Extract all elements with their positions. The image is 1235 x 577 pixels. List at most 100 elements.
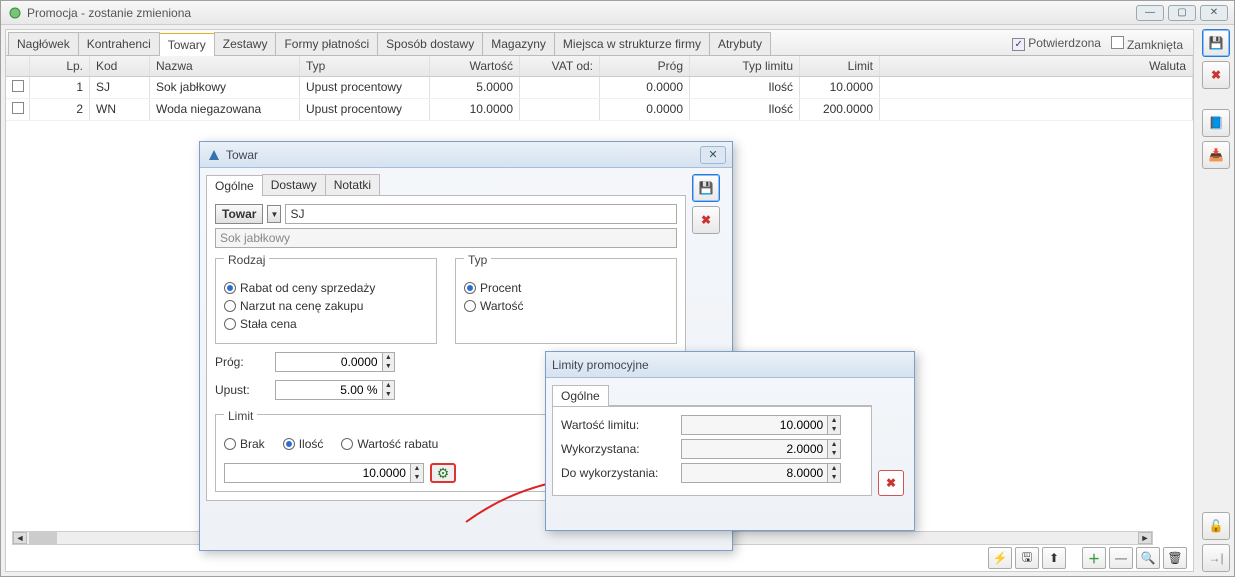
towar-code-input[interactable]: SJ bbox=[285, 204, 677, 224]
col-lp[interactable]: Lp. bbox=[30, 56, 90, 76]
col-prog[interactable]: Próg bbox=[600, 56, 690, 76]
row-check[interactable] bbox=[12, 102, 24, 114]
rodzaj-opt-rabat[interactable]: Rabat od ceny sprzedaży bbox=[224, 281, 428, 295]
col-kod[interactable]: Kod bbox=[90, 56, 150, 76]
tab-magazyny[interactable]: Magazyny bbox=[482, 32, 555, 55]
rodzaj-opt-stala[interactable]: Stała cena bbox=[224, 317, 428, 331]
prog-label: Próg: bbox=[215, 355, 275, 369]
main-window: Promocja - zostanie zmieniona — ▢ ✕ Nagł… bbox=[0, 0, 1235, 577]
tab-atrybuty[interactable]: Atrybuty bbox=[709, 32, 771, 55]
rodzaj-opt-narzut[interactable]: Narzut na cenę zakupu bbox=[224, 299, 428, 313]
detach-button[interactable]: →| bbox=[1202, 544, 1230, 572]
limit-settings-button[interactable]: ⚙ bbox=[430, 463, 456, 483]
confirmed-check[interactable]: ✓Potwierdzona bbox=[1012, 36, 1101, 51]
radio-icon bbox=[464, 300, 476, 312]
lightning-icon: ⚡ bbox=[993, 551, 1008, 565]
col-limit[interactable]: Limit bbox=[800, 56, 880, 76]
radio-icon bbox=[224, 300, 236, 312]
status-checks: ✓Potwierdzona Zamknięta bbox=[1012, 36, 1191, 52]
gear-icon: ⚙ bbox=[437, 465, 450, 482]
limit-opt-brak[interactable]: Brak bbox=[224, 437, 265, 451]
towar-lookup-dropdown[interactable]: ▼ bbox=[267, 205, 281, 223]
delete-icon: ✖ bbox=[1211, 68, 1221, 82]
plus-icon: ＋ bbox=[1088, 550, 1100, 567]
bottom-toolbar: ⚡ 🖫 ⬆ ＋ — 🔍 🗑 bbox=[986, 545, 1189, 571]
lightning-button[interactable]: ⚡ bbox=[988, 547, 1012, 569]
side-panel: 💾 ✖ 📘 📥 🔓 →| bbox=[1198, 25, 1234, 576]
prog-input[interactable]: ▲▼ bbox=[275, 352, 395, 372]
towar-dialog-close[interactable]: ✕ bbox=[700, 146, 726, 164]
table-row[interactable]: 2 WN Woda niegazowana Upust procentowy 1… bbox=[6, 99, 1193, 121]
wartosc-limitu-label: Wartość limitu: bbox=[561, 418, 681, 432]
upload-icon: ⬆ bbox=[1049, 551, 1059, 565]
wartosc-limitu-input[interactable]: ▲▼ bbox=[681, 415, 841, 435]
minus-icon: — bbox=[1115, 551, 1127, 565]
limity-tab-ogolne[interactable]: Ogólne bbox=[552, 385, 609, 406]
export-button[interactable]: 🖫 bbox=[1015, 547, 1039, 569]
limity-fields: Wartość limitu: ▲▼ Wykorzystana: ▲▼ bbox=[552, 406, 872, 496]
lock-button[interactable]: 🔓 bbox=[1202, 512, 1230, 540]
towar-tab-ogolne[interactable]: Ogólne bbox=[206, 175, 263, 196]
col-typ[interactable]: Typ bbox=[300, 56, 430, 76]
scroll-thumb[interactable] bbox=[29, 532, 57, 544]
tab-sposob[interactable]: Sposób dostawy bbox=[377, 32, 483, 55]
col-nazwa[interactable]: Nazwa bbox=[150, 56, 300, 76]
towar-dialog-title-bar: Towar ✕ bbox=[200, 142, 732, 168]
upload-button[interactable]: ⬆ bbox=[1042, 547, 1066, 569]
towar-cancel-button[interactable]: ✖ bbox=[692, 206, 720, 234]
trash-button[interactable]: 🗑 bbox=[1163, 547, 1187, 569]
remove-button[interactable]: — bbox=[1109, 547, 1133, 569]
limit-opt-wartosc-rabatu[interactable]: Wartość rabatu bbox=[341, 437, 438, 451]
scroll-right-button[interactable]: ► bbox=[1138, 532, 1152, 544]
close-icon: ✖ bbox=[886, 476, 896, 490]
closed-check[interactable]: Zamknięta bbox=[1111, 36, 1183, 52]
col-vat[interactable]: VAT od: bbox=[520, 56, 600, 76]
col-waluta[interactable]: Waluta bbox=[880, 56, 1193, 76]
towar-lookup-button[interactable]: Towar bbox=[215, 204, 263, 224]
save-button[interactable]: 💾 bbox=[1202, 29, 1230, 57]
towar-save-button[interactable]: 💾 bbox=[692, 174, 720, 202]
typ-opt-procent[interactable]: Procent bbox=[464, 281, 668, 295]
detach-icon: →| bbox=[1208, 551, 1223, 565]
radio-icon bbox=[283, 438, 295, 450]
limity-dialog: Limity promocyjne Ogólne Wartość limitu:… bbox=[545, 351, 915, 531]
col-typ-limitu[interactable]: Typ limitu bbox=[690, 56, 800, 76]
tab-naglowek[interactable]: Nagłówek bbox=[8, 32, 79, 55]
window-title: Promocja - zostanie zmieniona bbox=[27, 6, 1136, 20]
towar-dialog-title: Towar bbox=[226, 148, 700, 162]
maximize-button[interactable]: ▢ bbox=[1168, 5, 1196, 21]
do-wykorzystania-input[interactable]: ▲▼ bbox=[681, 463, 841, 483]
limity-tabs: Ogólne bbox=[552, 384, 872, 406]
save-icon: 💾 bbox=[699, 181, 714, 195]
search-icon: 🔍 bbox=[1141, 551, 1156, 565]
towar-tab-notatki[interactable]: Notatki bbox=[325, 174, 380, 195]
app-icon bbox=[7, 5, 23, 21]
towar-dialog-icon bbox=[206, 147, 222, 163]
radio-icon bbox=[224, 438, 236, 450]
tab-miejsca[interactable]: Miejsca w strukturze firmy bbox=[554, 32, 710, 55]
row-check[interactable] bbox=[12, 80, 24, 92]
upust-label: Upust: bbox=[215, 383, 275, 397]
limit-value-input[interactable]: ▲▼ bbox=[224, 463, 424, 483]
close-button[interactable]: ✕ bbox=[1200, 5, 1228, 21]
limit-opt-ilosc[interactable]: Ilość bbox=[283, 437, 324, 451]
tab-zestawy[interactable]: Zestawy bbox=[214, 32, 277, 55]
table-row[interactable]: 1 SJ Sok jabłkowy Upust procentowy 5.000… bbox=[6, 77, 1193, 99]
tab-kontrahenci[interactable]: Kontrahenci bbox=[78, 32, 160, 55]
radio-icon bbox=[224, 318, 236, 330]
tab-towary[interactable]: Towary bbox=[159, 33, 215, 56]
wykorzystana-input[interactable]: ▲▼ bbox=[681, 439, 841, 459]
import-button[interactable]: 📥 bbox=[1202, 141, 1230, 169]
book-button[interactable]: 📘 bbox=[1202, 109, 1230, 137]
tab-formy[interactable]: Formy płatności bbox=[275, 32, 378, 55]
minimize-button[interactable]: — bbox=[1136, 5, 1164, 21]
add-button[interactable]: ＋ bbox=[1082, 547, 1106, 569]
towar-tab-dostawy[interactable]: Dostawy bbox=[262, 174, 326, 195]
limity-close-button[interactable]: ✖ bbox=[878, 470, 904, 496]
scroll-left-button[interactable]: ◄ bbox=[13, 532, 27, 544]
search-button[interactable]: 🔍 bbox=[1136, 547, 1160, 569]
upust-input[interactable]: ▲▼ bbox=[275, 380, 395, 400]
typ-opt-wartosc[interactable]: Wartość bbox=[464, 299, 668, 313]
col-wartosc[interactable]: Wartość bbox=[430, 56, 520, 76]
cancel-button[interactable]: ✖ bbox=[1202, 61, 1230, 89]
